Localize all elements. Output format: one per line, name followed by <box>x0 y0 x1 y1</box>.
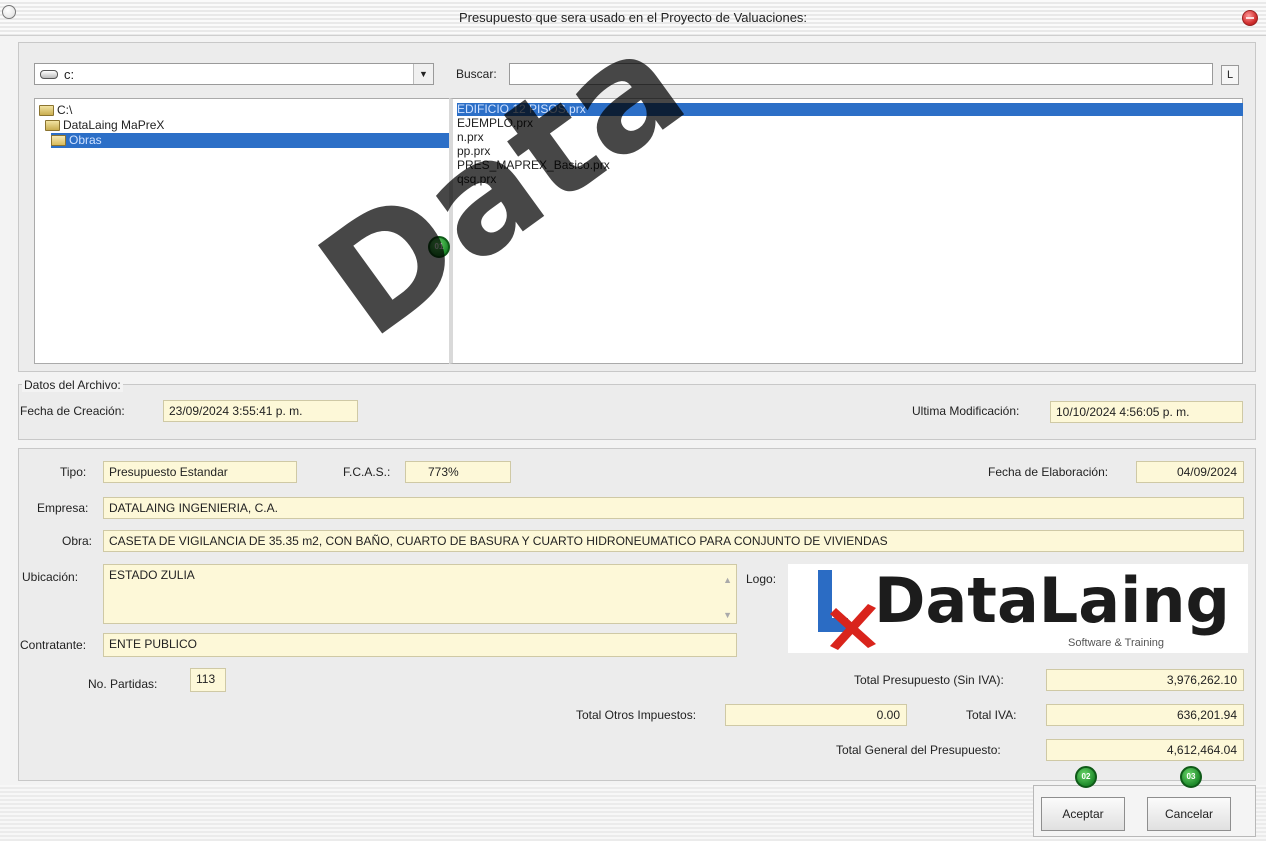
total-sin-iva-label: Total Presupuesto (Sin IVA): <box>854 673 1004 687</box>
close-icon[interactable] <box>1242 10 1258 26</box>
callout-badge-01: 01 <box>428 236 450 258</box>
logo-wordmark: DataLaing <box>874 564 1230 637</box>
partidas-label: No. Partidas: <box>88 677 158 691</box>
file-data-legend: Datos del Archivo: <box>22 378 123 392</box>
ubicacion-field[interactable]: ESTADO ZULIA ▲ ▼ <box>103 564 737 624</box>
directory-list[interactable]: C:\ DataLaing MaPreX Obras <box>34 98 452 364</box>
file-browser-panel: c: ▼ Buscar: L C:\ DataLaing MaPreX Obra… <box>18 42 1256 372</box>
title-bar: Presupuesto que sera usado en el Proyect… <box>0 0 1266 36</box>
empresa-field: DATALAING INGENIERIA, C.A. <box>103 497 1244 519</box>
total-general-field: 4,612,464.04 <box>1046 739 1244 761</box>
partidas-field: 113 <box>190 668 226 692</box>
callout-badge-02: 02 <box>1075 766 1097 788</box>
ubicacion-label: Ubicación: <box>22 570 79 584</box>
empresa-label: Empresa: <box>37 501 89 515</box>
fcas-label: F.C.A.S.: <box>343 465 391 479</box>
folder-open-icon <box>51 135 66 146</box>
file-item[interactable]: qsq.prx <box>457 173 496 186</box>
modified-label: Ultima Modificación: <box>912 404 1020 418</box>
window-title: Presupuesto que sera usado en el Proyect… <box>458 10 808 25</box>
drive-icon <box>40 70 58 79</box>
logo-label: Logo: <box>746 572 777 586</box>
total-iva-field: 636,201.94 <box>1046 704 1244 726</box>
directory-item-root[interactable]: C:\ <box>39 103 72 118</box>
tipo-field: Presupuesto Estandar <box>103 461 297 483</box>
file-item[interactable]: EDIFICIO 12 PISOS.prx <box>457 103 1243 116</box>
scroll-up-icon[interactable]: ▲ <box>723 570 732 590</box>
drive-label: c: <box>64 67 75 82</box>
otros-impuestos-field: 0.00 <box>725 704 907 726</box>
directory-item-obras[interactable]: Obras <box>51 133 449 148</box>
otros-impuestos-label: Total Otros Impuestos: <box>576 708 697 722</box>
obra-field: CASETA DE VIGILANCIA DE 35.35 m2, CON BA… <box>103 530 1244 552</box>
folder-open-icon <box>39 105 54 116</box>
drive-select[interactable]: c: ▼ <box>34 63 434 85</box>
obra-label: Obra: <box>62 534 93 548</box>
fcas-field: 773% <box>405 461 511 483</box>
folder-open-icon <box>45 120 60 131</box>
contratante-label: Contratante: <box>20 638 87 652</box>
logo-tagline: Software & Training <box>1068 637 1164 649</box>
search-label: Buscar: <box>456 67 497 81</box>
accept-button[interactable]: Aceptar <box>1041 797 1125 831</box>
contratante-field: ENTE PUBLICO <box>103 633 737 657</box>
search-input[interactable] <box>509 63 1213 85</box>
chevron-down-icon[interactable]: ▼ <box>413 64 433 84</box>
file-list[interactable]: EDIFICIO 12 PISOS.prx EJEMPLO.prx n.prx … <box>449 98 1243 364</box>
callout-badge-03: 03 <box>1180 766 1202 788</box>
file-item[interactable]: PRES_MAPREX_Basico.prx <box>457 159 610 172</box>
created-date-field: 23/09/2024 3:55:41 p. m. <box>163 400 358 422</box>
directory-label: Obras <box>69 133 102 147</box>
file-item[interactable]: n.prx <box>457 131 484 144</box>
ubicacion-text: ESTADO ZULIA <box>109 568 195 582</box>
scroll-down-icon[interactable]: ▼ <box>723 605 732 623</box>
total-general-label: Total General del Presupuesto: <box>836 743 1001 757</box>
datalaing-logo-mark-icon <box>818 570 876 650</box>
company-logo: DataLaing Software & Training <box>788 564 1248 653</box>
fecha-elaboracion-field: 04/09/2024 <box>1136 461 1244 483</box>
modified-date-field: 10/10/2024 4:56:05 p. m. <box>1050 401 1243 423</box>
tipo-label: Tipo: <box>60 465 87 479</box>
file-item[interactable]: EJEMPLO.prx <box>457 117 533 130</box>
directory-label: C:\ <box>57 103 73 117</box>
search-button[interactable]: L <box>1221 65 1239 85</box>
fecha-elaboracion-label: Fecha de Elaboración: <box>988 465 1109 479</box>
directory-item-datalaing[interactable]: DataLaing MaPreX <box>45 118 164 133</box>
file-item[interactable]: pp.prx <box>457 145 490 158</box>
created-label: Fecha de Creación: <box>20 404 125 418</box>
total-sin-iva-field: 3,976,262.10 <box>1046 669 1244 691</box>
cancel-button[interactable]: Cancelar <box>1147 797 1231 831</box>
total-iva-label: Total IVA: <box>966 708 1017 722</box>
budget-dialog: Presupuesto que sera usado en el Proyect… <box>0 0 1266 841</box>
directory-label: DataLaing MaPreX <box>63 118 165 132</box>
